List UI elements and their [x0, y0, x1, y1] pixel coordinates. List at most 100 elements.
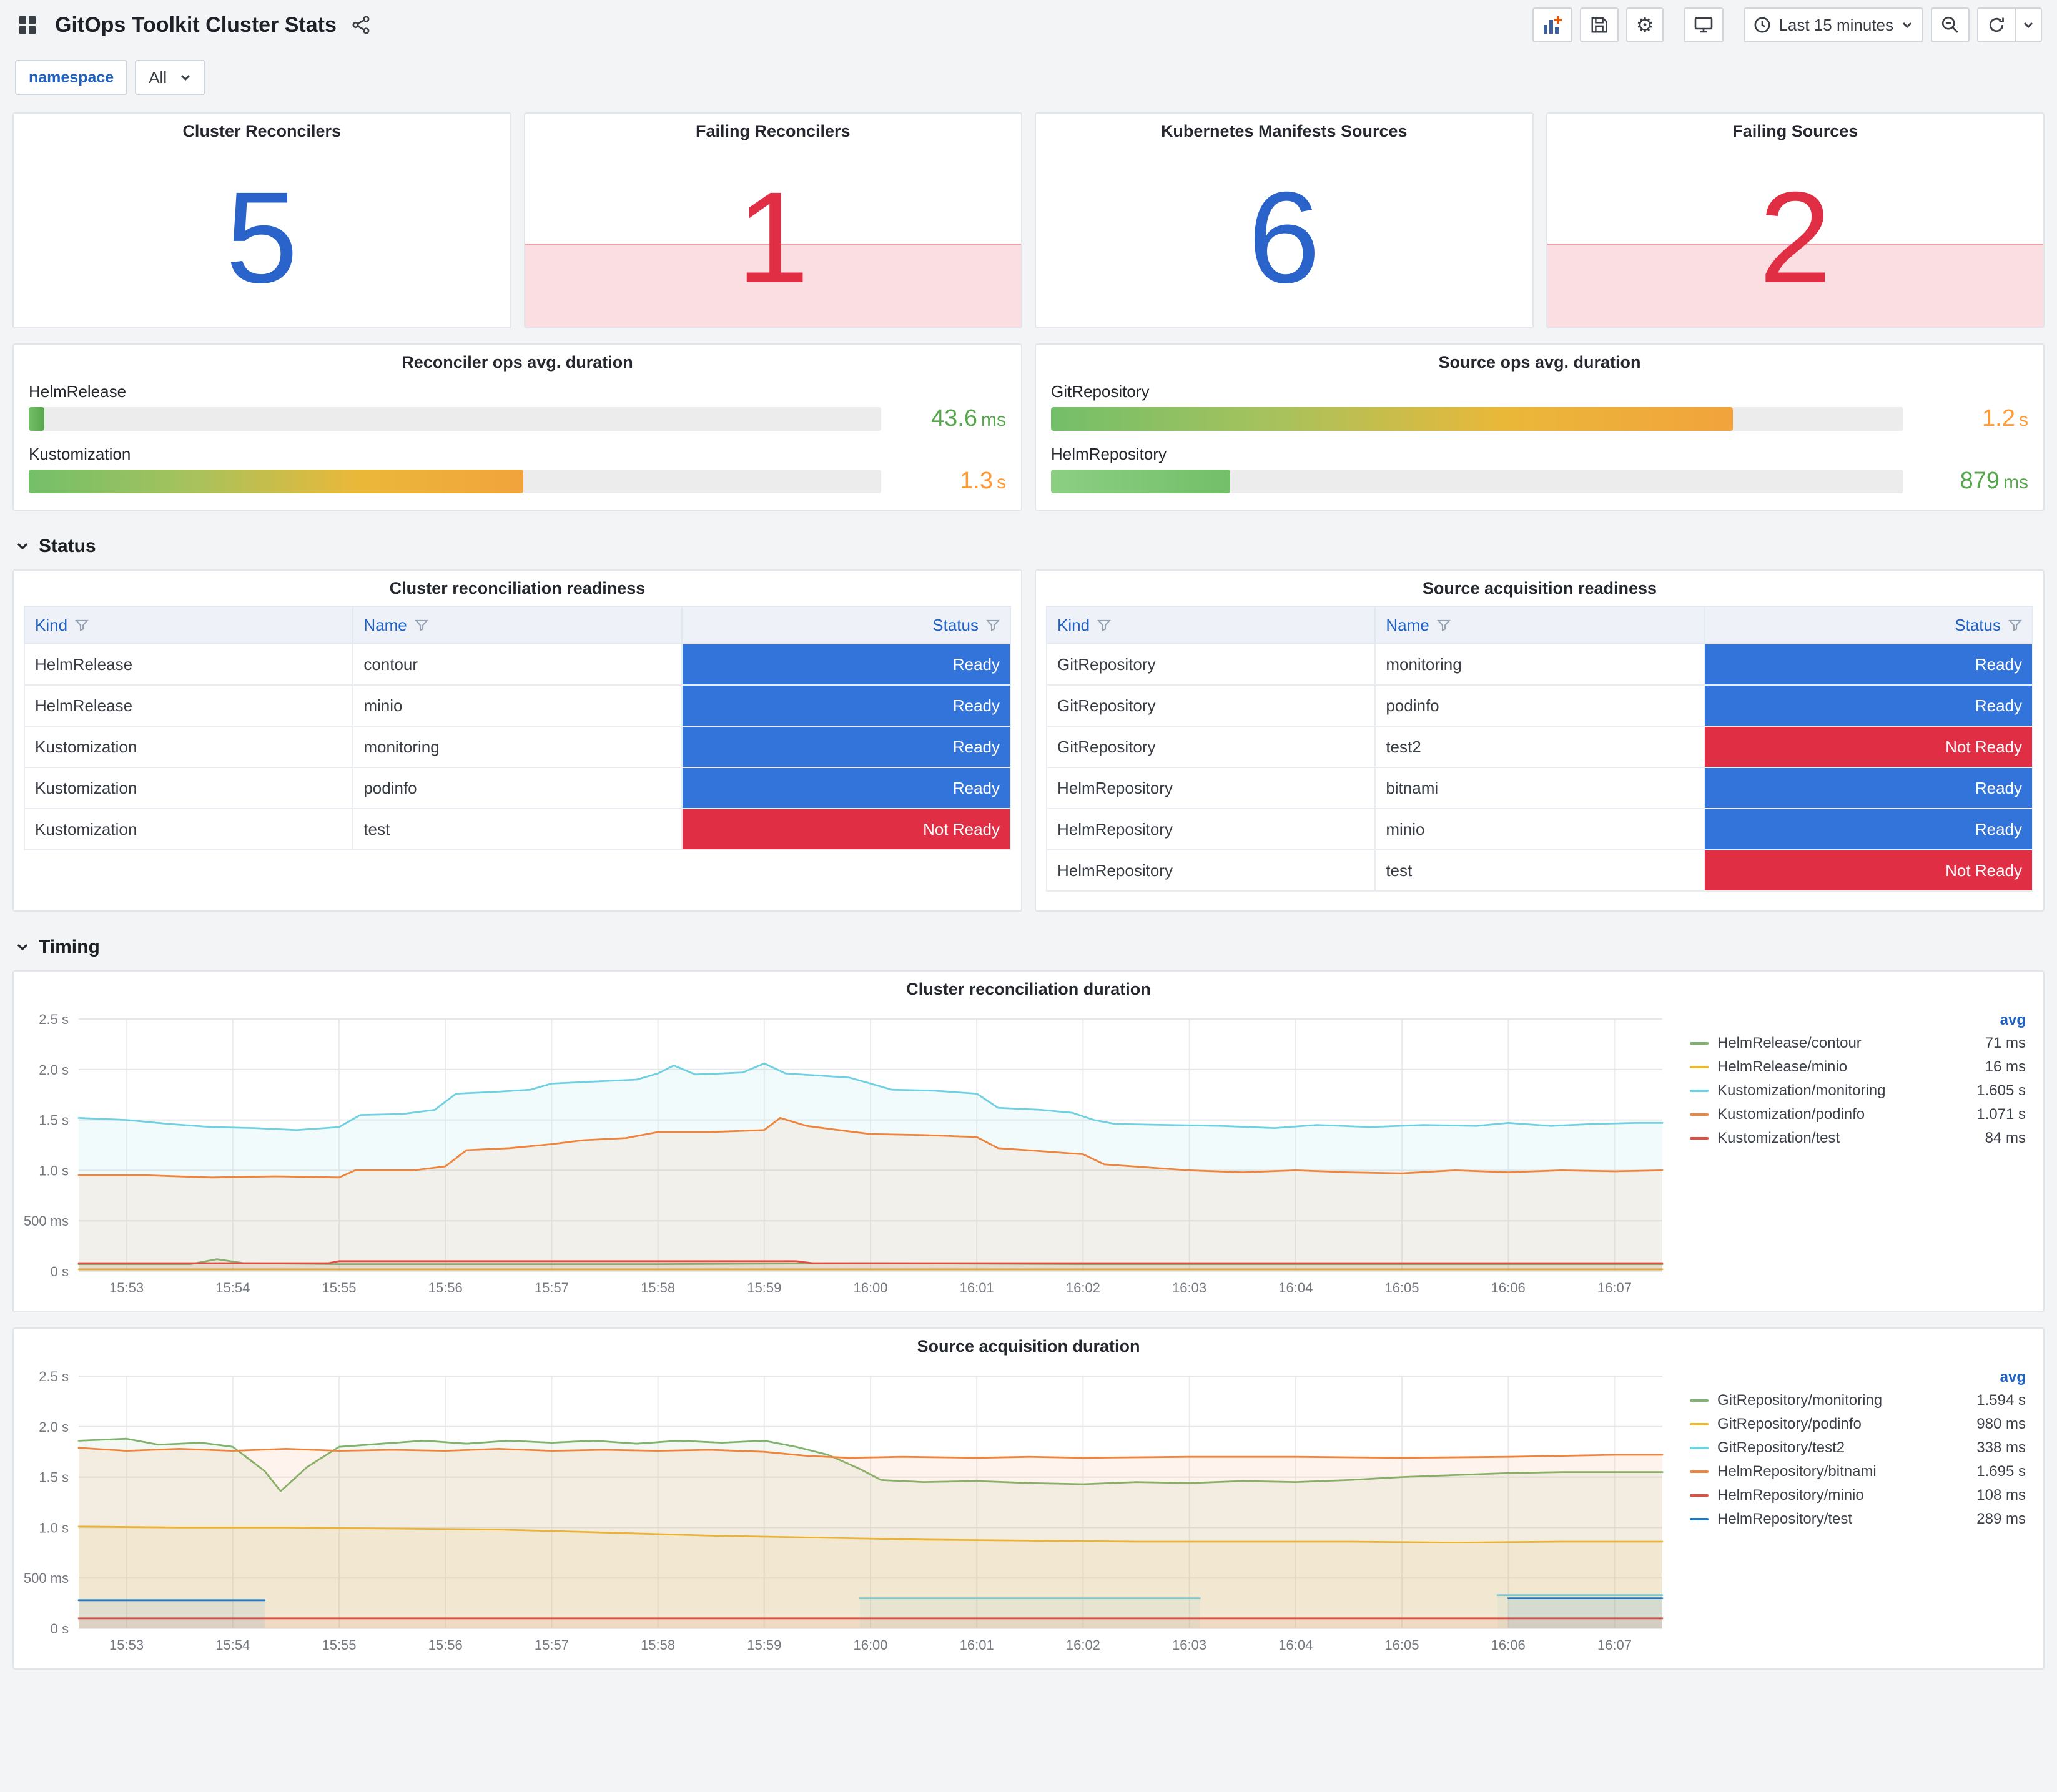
panel-title[interactable]: Reconciler ops avg. duration	[14, 345, 1021, 380]
svg-text:16:03: 16:03	[1172, 1637, 1206, 1653]
series-name[interactable]: HelmRepository/minio	[1717, 1487, 1952, 1504]
column-header-inner: Status	[693, 616, 1000, 635]
panel-title[interactable]: Failing Reconcilers	[525, 114, 1021, 149]
legend-item-helmrelease-contour[interactable]: HelmRelease/contour 71 ms	[1690, 1031, 2026, 1055]
filter-funnel-icon[interactable]	[1436, 618, 1451, 632]
gauge-line: 43.6 ms	[29, 405, 1006, 432]
legend-item-helmrepository-minio[interactable]: HelmRepository/minio 108 ms	[1690, 1484, 2026, 1507]
filter-funnel-icon[interactable]	[414, 618, 428, 632]
gauge-row-gitrepository: GitRepository 1.2 s	[1051, 382, 2028, 432]
svg-text:16:00: 16:00	[853, 1280, 887, 1296]
legend-item-gitrepository-test2[interactable]: GitRepository/test2 338 ms	[1690, 1436, 2026, 1460]
column-header-status[interactable]: Status	[1703, 606, 2034, 644]
legend-item-kustomization-podinfo[interactable]: Kustomization/podinfo 1.071 s	[1690, 1103, 2026, 1126]
series-name[interactable]: GitRepository/monitoring	[1717, 1392, 1952, 1409]
save-dashboard-button[interactable]	[1579, 7, 1619, 42]
timeseries-plot[interactable]: 15:53 15:54 15:55 15:56 15:57 15:58 15:59 16:00…	[16, 1007, 1677, 1301]
panel-title[interactable]: Source ops avg. duration	[1036, 345, 2043, 380]
svg-text:15:53: 15:53	[109, 1280, 144, 1296]
gauge-value: 1.3 s	[896, 468, 1006, 495]
gear-icon: ⚙	[1635, 14, 1654, 36]
status-badge: Ready	[1704, 768, 2032, 808]
series-avg-value: 84 ms	[1985, 1130, 2026, 1146]
chart-body: 15:53 15:54 15:55 15:56 15:57 15:58 15:59 16:00…	[14, 1364, 2043, 1668]
svg-text:16:05: 16:05	[1384, 1280, 1419, 1296]
legend-item-kustomization-monitoring[interactable]: Kustomization/monitoring 1.605 s	[1690, 1079, 2026, 1103]
filter-funnel-icon[interactable]	[2008, 618, 2022, 632]
refresh-button[interactable]	[1977, 7, 2016, 42]
add-panel-button[interactable]	[1532, 7, 1572, 42]
tv-mode-button[interactable]	[1684, 7, 1724, 42]
table-row: Kustomization test Not Ready	[23, 808, 1012, 850]
column-header-kind[interactable]: Kind	[23, 606, 354, 644]
svg-text:15:59: 15:59	[747, 1637, 781, 1653]
chart-legend: avg GitRepository/monitoring 1.594 s GitRep…	[1677, 1364, 2036, 1666]
time-range-picker[interactable]: Last 15 minutes	[1744, 7, 1923, 42]
svg-text:0 s: 0 s	[51, 1621, 69, 1637]
series-name[interactable]: GitRepository/podinfo	[1717, 1415, 1952, 1433]
timeseries-plot[interactable]: 15:53 15:54 15:55 15:56 15:57 15:58 15:59 16:00…	[16, 1364, 1677, 1658]
column-header-name[interactable]: Name	[1374, 606, 1705, 644]
column-header-label: Name	[1386, 615, 1429, 634]
column-header-name[interactable]: Name	[352, 606, 683, 644]
legend-item-helmrepository-bitnami[interactable]: HelmRepository/bitnami 1.695 s	[1690, 1460, 2026, 1484]
gauge-row-helmrepository: HelmRepository 879 ms	[1051, 445, 2028, 495]
filter-funnel-icon[interactable]	[75, 618, 89, 632]
table-header-row: Kind Name Status	[1045, 606, 2034, 644]
time-range-label: Last 15 minutes	[1778, 15, 1893, 34]
svg-text:16:02: 16:02	[1066, 1637, 1100, 1653]
legend-avg-header[interactable]: avg	[1690, 1012, 2026, 1029]
dashboards-grid-icon[interactable]	[15, 12, 40, 37]
series-name[interactable]: Kustomization/test	[1717, 1130, 1952, 1147]
legend-item-gitrepository-podinfo[interactable]: GitRepository/podinfo 980 ms	[1690, 1412, 2026, 1436]
table-row: HelmRepository bitnami Ready	[1045, 767, 2034, 809]
gauge-value-number: 879	[1960, 468, 2000, 494]
series-name[interactable]: Kustomization/monitoring	[1717, 1082, 1952, 1100]
series-name[interactable]: GitRepository/test2	[1717, 1439, 1952, 1457]
svg-text:2.0 s: 2.0 s	[39, 1419, 69, 1435]
section-timing[interactable]: Timing	[0, 927, 2057, 970]
panel-title[interactable]: Source acquisition duration	[14, 1329, 2043, 1364]
column-header-inner: Kind	[35, 616, 342, 635]
series-avg-value: 108 ms	[1976, 1487, 2026, 1504]
grafana-dashboard: GitOps Toolkit Cluster Stats ⚙ Last 15 m…	[0, 0, 2057, 1792]
variable-namespace-dropdown[interactable]: All	[135, 60, 206, 95]
variable-namespace-value: All	[149, 67, 167, 87]
legend-item-kustomization-test[interactable]: Kustomization/test 84 ms	[1690, 1126, 2026, 1150]
legend-item-gitrepository-monitoring[interactable]: GitRepository/monitoring 1.594 s	[1690, 1389, 2026, 1412]
zoom-out-time-button[interactable]	[1931, 7, 1970, 42]
series-name[interactable]: HelmRepository/test	[1717, 1510, 1952, 1528]
series-name[interactable]: Kustomization/podinfo	[1717, 1106, 1952, 1123]
gauge-value-unit: ms	[981, 410, 1006, 430]
panel-title[interactable]: Failing Sources	[1547, 114, 2043, 149]
panel-title[interactable]: Cluster reconciliation duration	[14, 972, 2043, 1007]
series-name[interactable]: HelmRelease/minio	[1717, 1058, 1952, 1076]
filter-funnel-icon[interactable]	[1097, 618, 1111, 632]
cell-name: monitoring	[1374, 643, 1705, 686]
legend-item-helmrepository-test[interactable]: HelmRepository/test 289 ms	[1690, 1507, 2026, 1531]
series-name[interactable]: HelmRepository/bitnami	[1717, 1463, 1952, 1480]
gauge-bar-fill	[29, 406, 44, 431]
filter-funnel-icon[interactable]	[986, 618, 1000, 632]
panel-title[interactable]: Cluster Reconcilers	[14, 114, 510, 149]
section-status[interactable]: Status	[0, 526, 2057, 569]
dashboard-settings-button[interactable]: ⚙	[1625, 7, 1664, 42]
column-header-status[interactable]: Status	[681, 606, 1012, 644]
panel-title[interactable]: Source acquisition readiness	[1036, 571, 2043, 606]
cell-status: Ready	[1703, 808, 2034, 850]
series-name[interactable]: HelmRelease/contour	[1717, 1035, 1952, 1052]
status-badge: Ready	[682, 644, 1010, 684]
legend-avg-header[interactable]: avg	[1690, 1369, 2026, 1386]
gauge-track	[1051, 469, 1903, 493]
gauge-value: 43.6 ms	[896, 405, 1006, 432]
panel-title[interactable]: Cluster reconciliation readiness	[14, 571, 1021, 606]
monitor-icon	[1695, 17, 1713, 33]
svg-text:16:02: 16:02	[1066, 1280, 1100, 1296]
column-header-kind[interactable]: Kind	[1045, 606, 1376, 644]
svg-text:16:06: 16:06	[1491, 1637, 1526, 1653]
share-icon[interactable]	[349, 13, 373, 37]
status-badge: Not Ready	[1704, 727, 2032, 767]
legend-item-helmrelease-minio[interactable]: HelmRelease/minio 16 ms	[1690, 1055, 2026, 1079]
panel-title[interactable]: Kubernetes Manifests Sources	[1036, 114, 1532, 149]
refresh-interval-dropdown[interactable]	[2016, 7, 2042, 42]
